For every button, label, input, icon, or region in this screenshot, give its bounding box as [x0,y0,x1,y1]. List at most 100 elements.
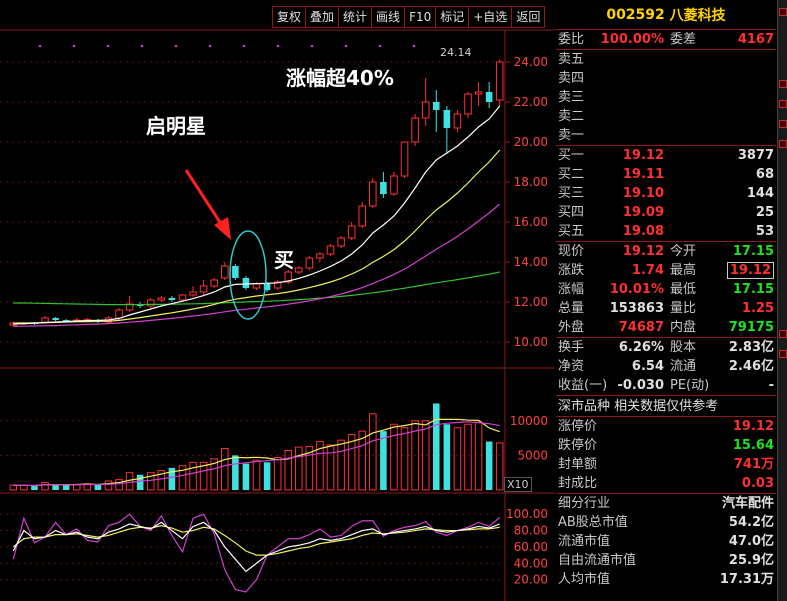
industry-value: 25.9亿 [728,553,774,568]
sell-level-label: 卖三 [558,90,585,105]
limit-value: 0.03 [741,476,774,491]
overlay-button[interactable]: 叠加 [306,7,340,27]
market-section-header: 深市品种 相关数据仅供参考 [556,395,776,417]
limit-label: 封成比 [558,476,598,491]
candle-body [62,320,70,321]
tool-icon[interactable] [779,140,787,148]
candle-body [189,291,197,296]
right-scrollbar[interactable] [777,0,787,601]
quote-label: 今开 [670,244,697,259]
fund-value: - [768,378,774,393]
volume-bar [104,480,113,491]
fund-value: 6.54 [631,359,664,374]
sell-level-row: 卖一 [556,126,776,145]
volume-bar [9,484,18,491]
volume-bar [390,423,398,491]
volume-bar [337,439,345,491]
candle-body [157,297,166,301]
order-ratio-value: 100.00% [600,32,664,47]
order-ratio-row: 委比 100.00% 委差 4167 [556,30,776,49]
kdj-axis-label: 100.00 [506,507,548,521]
industry-value: 汽车配件 [721,496,774,511]
quote-label: 涨幅 [558,282,585,297]
restore-rights-button[interactable]: 复权 [273,7,307,27]
price-axis-label: 12.00 [514,295,548,309]
candle-body [220,265,229,279]
fund-value: 6.26% [618,340,664,355]
statistics-button[interactable]: 统计 [339,7,373,27]
stock-name: 八菱科技 [669,7,726,24]
candle-body [41,317,49,323]
back-button[interactable]: 返回 [512,7,545,27]
buy-level-label: 买二 [558,167,585,182]
candle-body [210,279,218,287]
quote-label: 最低 [670,282,697,297]
f10-button[interactable]: F10 [405,7,437,27]
fund-row: 净资 6.54 流通 2.46亿 [556,357,776,376]
signal-dot [310,44,314,48]
annotation-arrow-head [214,217,231,240]
limit-row: 封单额 741万 [556,455,776,474]
candle-body [400,141,409,177]
volume-bar [62,484,70,490]
volume-unit-label[interactable]: X10 [504,477,532,492]
buy-level-price: 19.12 [622,148,664,163]
quote-value: 10.01% [609,282,664,297]
candle-body [337,237,345,247]
tool-icon[interactable] [779,80,787,88]
kline-chart-panel[interactable]: 24.00 22.00 20.00 18.00 16.00 14.00 12.00 10.00… [0,0,555,601]
tool-icon[interactable] [779,350,787,358]
sell-level-label: 卖一 [558,128,585,143]
buy-level-label: 买四 [558,205,585,220]
quote-value: 153863 [609,301,664,316]
buy-level-price: 19.11 [622,167,664,182]
sell-level-row: 卖四 [556,69,776,88]
industry-value: 17.31万 [719,572,774,587]
candle-body [369,181,377,207]
kline-chart[interactable]: 24.00 22.00 20.00 18.00 16.00 14.00 12.00 10.00… [0,0,555,601]
quote-row: 外盘 74687 内盘 79175 [556,318,776,337]
quote-stats: 现价 19.12 今开 17.15 涨跌 1.74 最高 19.12 涨幅 10.01% 最低 17.… [556,242,776,337]
signal-dot [344,44,348,48]
add-watchlist-button[interactable]: +自选 [469,7,513,27]
buy-level-label: 买五 [558,224,585,239]
quote-label: 量比 [670,301,697,316]
volume-bar [31,485,38,490]
industry-label: 自由流通市值 [558,553,637,568]
mark-button[interactable]: 标记 [436,7,470,27]
quote-value: 19.12 [622,244,664,259]
limit-value: 15.64 [732,438,774,453]
volume-bar [400,427,409,491]
stock-header: 002592 八菱科技 [556,0,776,30]
industry-row: 细分行业 汽车配件 [556,494,776,513]
draw-line-button[interactable]: 画线 [372,7,406,27]
quote-row: 总量 153863 量比 1.25 [556,299,776,318]
tool-icon[interactable] [779,330,787,338]
candle-body [115,309,123,319]
industry-value: 54.2亿 [728,515,774,530]
industry-stats: 细分行业 汽车配件 AB股总市值 54.2亿 流通市值 47.0亿 自由流通市值 25.9亿人… [556,494,776,589]
price-axis-label: 16.00 [514,215,548,229]
tool-icon[interactable] [779,8,787,16]
sell-level-label: 卖五 [558,52,585,67]
volume-bar [369,413,377,491]
order-diff-label: 委差 [670,32,697,47]
fund-label: 流通 [670,359,697,374]
candle-body [232,266,239,278]
candle-body [252,283,261,289]
buy-annotation: 买 [274,248,294,272]
buy-orders: 买一 19.12 3877 买二 19.11 68 买三 19.10 144 买四 19.09 25 买… [556,146,776,241]
limit-label: 涨停价 [558,419,598,434]
fund-label: 收益(一) [558,378,608,393]
volume-bar [284,450,293,491]
candle-body [242,278,250,288]
tool-icon[interactable] [779,100,787,108]
signal-dot [242,44,246,48]
kdj-axis-label: 20.00 [514,573,548,587]
volume-bar [443,424,451,490]
order-ratio-label: 委比 [558,32,585,47]
tool-icon[interactable] [779,120,787,128]
volume-bar [464,423,472,491]
candle-body [421,101,430,119]
stock-code: 002592 [606,6,665,23]
